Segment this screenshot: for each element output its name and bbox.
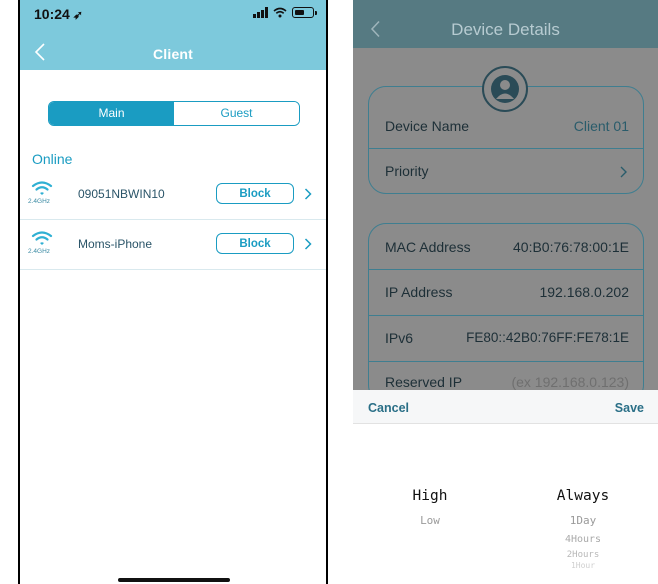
row-label: MAC Address [385, 239, 471, 255]
cellular-signal-icon [253, 7, 268, 18]
cancel-button[interactable]: Cancel [368, 401, 409, 415]
wifi-status-icon [273, 7, 287, 18]
wifi-icon [31, 231, 53, 245]
location-arrow-icon: ➶ [72, 8, 83, 22]
reserved-ip-input[interactable]: (ex 192.168.0.123) [511, 374, 629, 390]
picker-option[interactable]: 1Hour [518, 561, 648, 570]
tab-main[interactable]: Main [49, 102, 174, 125]
chevron-right-icon[interactable] [304, 188, 312, 200]
network-info-card: MAC Address 40:B0:76:78:00:1E IP Address… [368, 223, 644, 390]
reserved-ip-row[interactable]: Reserved IP (ex 192.168.0.123) [369, 362, 643, 390]
band-indicator: 2.4GHz [28, 230, 58, 260]
mac-address-row: MAC Address 40:B0:76:78:00:1E [369, 224, 643, 270]
picker-toolbar: Cancel Save [353, 390, 658, 424]
online-section-title: Online [32, 151, 73, 167]
row-label: IPv6 [385, 330, 414, 346]
time-label: 10:24 [34, 6, 70, 22]
client-screen: 10:24 ➶ Client Main Guest Online 2.4GHz … [18, 0, 328, 584]
ip-address-row: IP Address 192.168.0.202 [369, 270, 643, 316]
chevron-right-icon [620, 166, 627, 178]
picker-selected-option[interactable]: Always [518, 488, 648, 504]
save-button[interactable]: Save [615, 401, 644, 415]
client-row[interactable]: 2.4GHz Moms-iPhone Block [20, 220, 326, 270]
network-segmented-control: Main Guest [48, 101, 300, 126]
client-name: Moms-iPhone [78, 237, 153, 251]
block-button[interactable]: Block [216, 183, 294, 204]
status-bar: 10:24 ➶ [20, 0, 326, 28]
band-indicator: 2.4GHz [28, 180, 58, 210]
picker-option[interactable]: 4Hours [518, 534, 648, 545]
app-header: Device Details [353, 0, 658, 48]
wifi-icon [31, 181, 53, 195]
row-label: Priority [385, 163, 429, 179]
picker-option[interactable]: Low [365, 514, 495, 527]
block-button[interactable]: Block [216, 233, 294, 254]
device-details-screen: Device Details Device Name Client 01 Pri… [353, 0, 658, 584]
client-name: 09051NBWIN10 [78, 187, 165, 201]
ipv6-row: IPv6 FE80::42B0:76FF:FE78:1E [369, 316, 643, 362]
client-row[interactable]: 2.4GHz 09051NBWIN10 Block [20, 170, 326, 220]
status-icons [253, 7, 317, 18]
row-label: Reserved IP [385, 374, 463, 390]
dimmed-background: Device Details Device Name Client 01 Pri… [353, 0, 658, 390]
picker-option[interactable]: 2Hours [518, 550, 648, 560]
page-title: Device Details [451, 20, 560, 39]
battery-icon [292, 7, 317, 18]
row-label: IP Address [385, 284, 453, 300]
ip-address-value: 192.168.0.202 [539, 284, 629, 300]
home-indicator [118, 578, 230, 582]
page-title: Client [152, 46, 194, 62]
priority-picker-sheet: Cancel Save High Low Always 1Day 4Hours … [353, 390, 658, 584]
picker-selected-option[interactable]: High [365, 488, 495, 504]
device-avatar [482, 66, 528, 112]
app-header: 10:24 ➶ Client [20, 0, 326, 70]
chevron-right-icon[interactable] [304, 238, 312, 250]
row-label: Device Name [385, 118, 470, 134]
mac-address-value: 40:B0:76:78:00:1E [513, 239, 629, 255]
tab-guest[interactable]: Guest [174, 102, 299, 125]
band-label: 2.4GHz [28, 248, 51, 255]
band-label: 2.4GHz [28, 198, 51, 205]
ipv6-value: FE80::42B0:76FF:FE78:1E [466, 330, 629, 345]
status-time: 10:24 ➶ [34, 6, 83, 22]
priority-row[interactable]: Priority [369, 149, 643, 193]
user-icon [491, 75, 519, 103]
picker-option[interactable]: 1Day [518, 514, 648, 527]
device-name-value: Client 01 [573, 118, 629, 134]
